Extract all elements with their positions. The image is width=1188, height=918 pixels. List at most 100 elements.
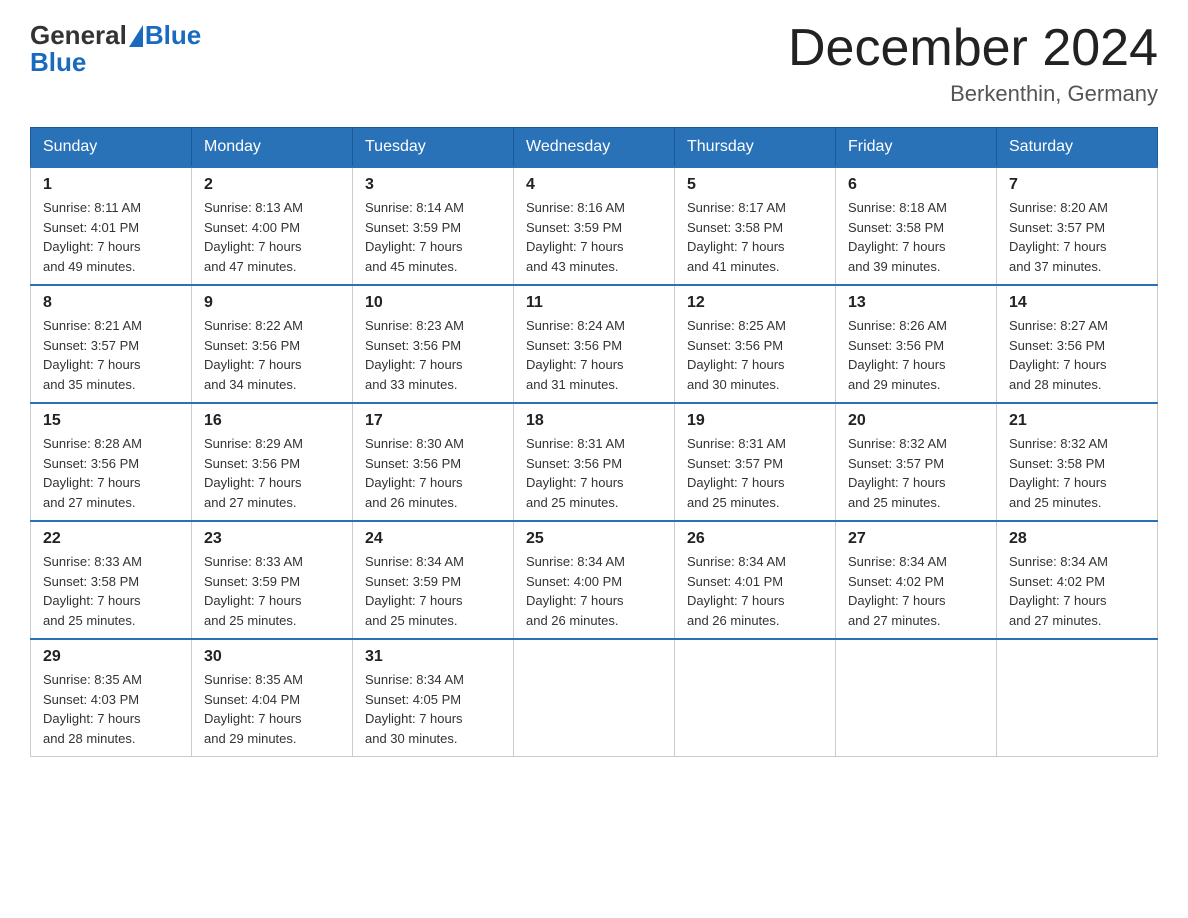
calendar-cell	[997, 639, 1158, 757]
header-sunday: Sunday	[31, 128, 192, 168]
day-number: 22	[43, 530, 179, 548]
day-info: Sunrise: 8:14 AM Sunset: 3:59 PM Dayligh…	[365, 198, 501, 276]
day-number: 27	[848, 530, 984, 548]
day-number: 14	[1009, 294, 1145, 312]
calendar-cell: 30 Sunrise: 8:35 AM Sunset: 4:04 PM Dayl…	[192, 639, 353, 757]
calendar-cell: 25 Sunrise: 8:34 AM Sunset: 4:00 PM Dayl…	[514, 521, 675, 639]
header-saturday: Saturday	[997, 128, 1158, 168]
calendar-cell	[836, 639, 997, 757]
calendar-cell: 7 Sunrise: 8:20 AM Sunset: 3:57 PM Dayli…	[997, 167, 1158, 285]
main-title: December 2024	[788, 20, 1158, 77]
day-number: 3	[365, 176, 501, 194]
subtitle: Berkenthin, Germany	[788, 81, 1158, 107]
calendar-cell: 31 Sunrise: 8:34 AM Sunset: 4:05 PM Dayl…	[353, 639, 514, 757]
header-monday: Monday	[192, 128, 353, 168]
day-info: Sunrise: 8:35 AM Sunset: 4:04 PM Dayligh…	[204, 670, 340, 748]
header-tuesday: Tuesday	[353, 128, 514, 168]
calendar-cell: 15 Sunrise: 8:28 AM Sunset: 3:56 PM Dayl…	[31, 403, 192, 521]
day-info: Sunrise: 8:29 AM Sunset: 3:56 PM Dayligh…	[204, 434, 340, 512]
day-number: 19	[687, 412, 823, 430]
calendar-cell: 13 Sunrise: 8:26 AM Sunset: 3:56 PM Dayl…	[836, 285, 997, 403]
calendar-cell: 26 Sunrise: 8:34 AM Sunset: 4:01 PM Dayl…	[675, 521, 836, 639]
logo-underline: Blue	[30, 47, 86, 78]
calendar-cell: 4 Sunrise: 8:16 AM Sunset: 3:59 PM Dayli…	[514, 167, 675, 285]
day-info: Sunrise: 8:32 AM Sunset: 3:58 PM Dayligh…	[1009, 434, 1145, 512]
day-info: Sunrise: 8:31 AM Sunset: 3:56 PM Dayligh…	[526, 434, 662, 512]
calendar-cell: 22 Sunrise: 8:33 AM Sunset: 3:58 PM Dayl…	[31, 521, 192, 639]
day-info: Sunrise: 8:35 AM Sunset: 4:03 PM Dayligh…	[43, 670, 179, 748]
day-info: Sunrise: 8:34 AM Sunset: 4:02 PM Dayligh…	[1009, 552, 1145, 630]
day-info: Sunrise: 8:31 AM Sunset: 3:57 PM Dayligh…	[687, 434, 823, 512]
day-info: Sunrise: 8:16 AM Sunset: 3:59 PM Dayligh…	[526, 198, 662, 276]
day-number: 9	[204, 294, 340, 312]
day-number: 18	[526, 412, 662, 430]
calendar-cell: 28 Sunrise: 8:34 AM Sunset: 4:02 PM Dayl…	[997, 521, 1158, 639]
day-number: 10	[365, 294, 501, 312]
calendar-cell: 8 Sunrise: 8:21 AM Sunset: 3:57 PM Dayli…	[31, 285, 192, 403]
day-number: 24	[365, 530, 501, 548]
week-row-4: 22 Sunrise: 8:33 AM Sunset: 3:58 PM Dayl…	[31, 521, 1158, 639]
calendar-cell: 20 Sunrise: 8:32 AM Sunset: 3:57 PM Dayl…	[836, 403, 997, 521]
weekday-header-row: Sunday Monday Tuesday Wednesday Thursday…	[31, 128, 1158, 168]
calendar-cell: 19 Sunrise: 8:31 AM Sunset: 3:57 PM Dayl…	[675, 403, 836, 521]
day-number: 23	[204, 530, 340, 548]
calendar-cell: 14 Sunrise: 8:27 AM Sunset: 3:56 PM Dayl…	[997, 285, 1158, 403]
day-number: 12	[687, 294, 823, 312]
calendar-cell: 17 Sunrise: 8:30 AM Sunset: 3:56 PM Dayl…	[353, 403, 514, 521]
calendar-cell: 2 Sunrise: 8:13 AM Sunset: 4:00 PM Dayli…	[192, 167, 353, 285]
day-info: Sunrise: 8:34 AM Sunset: 4:05 PM Dayligh…	[365, 670, 501, 748]
calendar-cell: 9 Sunrise: 8:22 AM Sunset: 3:56 PM Dayli…	[192, 285, 353, 403]
calendar-cell: 10 Sunrise: 8:23 AM Sunset: 3:56 PM Dayl…	[353, 285, 514, 403]
day-info: Sunrise: 8:20 AM Sunset: 3:57 PM Dayligh…	[1009, 198, 1145, 276]
calendar-cell: 6 Sunrise: 8:18 AM Sunset: 3:58 PM Dayli…	[836, 167, 997, 285]
title-block: December 2024 Berkenthin, Germany	[788, 20, 1158, 107]
day-info: Sunrise: 8:24 AM Sunset: 3:56 PM Dayligh…	[526, 316, 662, 394]
calendar-cell: 18 Sunrise: 8:31 AM Sunset: 3:56 PM Dayl…	[514, 403, 675, 521]
day-info: Sunrise: 8:34 AM Sunset: 4:01 PM Dayligh…	[687, 552, 823, 630]
day-number: 6	[848, 176, 984, 194]
day-number: 4	[526, 176, 662, 194]
day-info: Sunrise: 8:34 AM Sunset: 4:02 PM Dayligh…	[848, 552, 984, 630]
calendar-cell	[514, 639, 675, 757]
calendar-cell	[675, 639, 836, 757]
day-info: Sunrise: 8:22 AM Sunset: 3:56 PM Dayligh…	[204, 316, 340, 394]
day-info: Sunrise: 8:33 AM Sunset: 3:59 PM Dayligh…	[204, 552, 340, 630]
week-row-1: 1 Sunrise: 8:11 AM Sunset: 4:01 PM Dayli…	[31, 167, 1158, 285]
day-info: Sunrise: 8:28 AM Sunset: 3:56 PM Dayligh…	[43, 434, 179, 512]
calendar-cell: 11 Sunrise: 8:24 AM Sunset: 3:56 PM Dayl…	[514, 285, 675, 403]
page-header: General Blue Blue December 2024 Berkenth…	[30, 20, 1158, 107]
day-info: Sunrise: 8:32 AM Sunset: 3:57 PM Dayligh…	[848, 434, 984, 512]
logo-triangle-icon	[129, 25, 143, 47]
day-number: 21	[1009, 412, 1145, 430]
day-number: 16	[204, 412, 340, 430]
header-thursday: Thursday	[675, 128, 836, 168]
day-info: Sunrise: 8:13 AM Sunset: 4:00 PM Dayligh…	[204, 198, 340, 276]
day-number: 13	[848, 294, 984, 312]
logo: General Blue Blue	[30, 20, 201, 78]
day-info: Sunrise: 8:23 AM Sunset: 3:56 PM Dayligh…	[365, 316, 501, 394]
day-info: Sunrise: 8:27 AM Sunset: 3:56 PM Dayligh…	[1009, 316, 1145, 394]
day-info: Sunrise: 8:30 AM Sunset: 3:56 PM Dayligh…	[365, 434, 501, 512]
day-info: Sunrise: 8:25 AM Sunset: 3:56 PM Dayligh…	[687, 316, 823, 394]
header-friday: Friday	[836, 128, 997, 168]
logo-blue: Blue	[145, 20, 201, 51]
day-info: Sunrise: 8:17 AM Sunset: 3:58 PM Dayligh…	[687, 198, 823, 276]
day-number: 17	[365, 412, 501, 430]
day-number: 5	[687, 176, 823, 194]
week-row-2: 8 Sunrise: 8:21 AM Sunset: 3:57 PM Dayli…	[31, 285, 1158, 403]
calendar-cell: 5 Sunrise: 8:17 AM Sunset: 3:58 PM Dayli…	[675, 167, 836, 285]
day-number: 11	[526, 294, 662, 312]
day-number: 8	[43, 294, 179, 312]
day-number: 28	[1009, 530, 1145, 548]
day-info: Sunrise: 8:18 AM Sunset: 3:58 PM Dayligh…	[848, 198, 984, 276]
calendar-cell: 21 Sunrise: 8:32 AM Sunset: 3:58 PM Dayl…	[997, 403, 1158, 521]
calendar-table: Sunday Monday Tuesday Wednesday Thursday…	[30, 127, 1158, 757]
day-number: 30	[204, 648, 340, 666]
week-row-5: 29 Sunrise: 8:35 AM Sunset: 4:03 PM Dayl…	[31, 639, 1158, 757]
day-info: Sunrise: 8:21 AM Sunset: 3:57 PM Dayligh…	[43, 316, 179, 394]
day-info: Sunrise: 8:26 AM Sunset: 3:56 PM Dayligh…	[848, 316, 984, 394]
calendar-cell: 23 Sunrise: 8:33 AM Sunset: 3:59 PM Dayl…	[192, 521, 353, 639]
day-number: 31	[365, 648, 501, 666]
day-number: 15	[43, 412, 179, 430]
calendar-cell: 12 Sunrise: 8:25 AM Sunset: 3:56 PM Dayl…	[675, 285, 836, 403]
